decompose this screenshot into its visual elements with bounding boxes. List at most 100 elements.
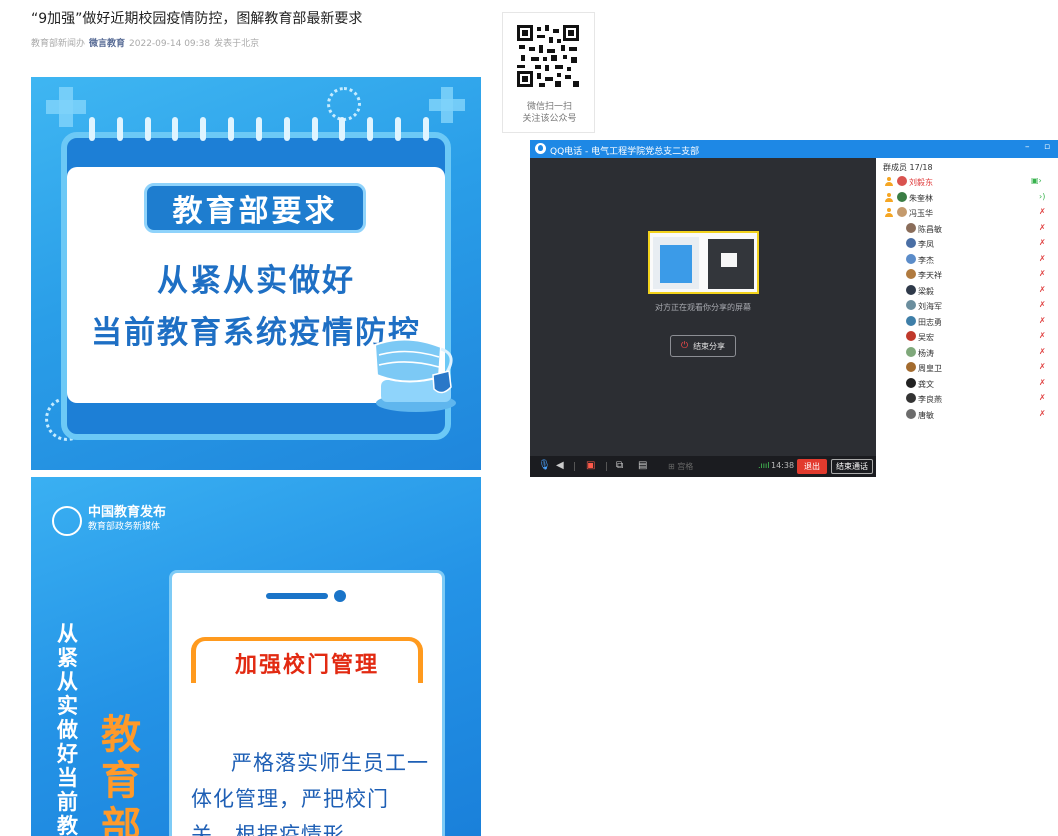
end-share-label: 结束分享: [693, 341, 726, 351]
exit-button[interactable]: 退出: [797, 459, 827, 474]
camera-off-icon[interactable]: ▣: [586, 460, 595, 472]
presentation-icon[interactable]: ▤: [638, 460, 647, 472]
poster-badge: 教育部要求: [144, 183, 366, 233]
member-avatar: [906, 315, 916, 326]
member-avatar: [906, 362, 916, 372]
qq-titlebar: QQ电话 - 电气工程学院党总支二支部 – ▫: [530, 140, 1058, 158]
member-avatar: [906, 408, 916, 419]
member-name: 唐敏: [918, 410, 934, 420]
restore-button[interactable]: ▫: [1044, 142, 1050, 152]
member-name: 田志勇: [918, 317, 942, 327]
member-avatar: [906, 346, 916, 357]
poster-org-subtitle: 教育部政务新媒体: [88, 522, 161, 532]
mic-muted-icon: ✗: [1039, 346, 1046, 356]
screen-share-icon[interactable]: ⧉: [616, 460, 623, 472]
qr-code-icon: [517, 25, 579, 87]
members-list: 刘毅东 ▣› 朱奎林 ›) 冯玉华 ✗ 陈昌敏 ✗ 李凤 ✗ 李杰 ✗ 李天祥 ✗ 梁毅 ✗ 刘海军 ✗ 田志勇 ✗ 吴…: [876, 174, 1058, 422]
poster-big-text: 教育部: [101, 712, 141, 836]
member-name: 刘海军: [918, 302, 942, 311]
mic-muted-icon: ✗: [1039, 315, 1046, 325]
member-name: 李杰: [918, 255, 934, 265]
member-name: 龚文: [918, 379, 934, 389]
grid-view-button[interactable]: ⊞ 宫格: [668, 461, 693, 472]
screen-share-stage: 对方正在观看你分享的屏幕 ⏻ 结束分享: [530, 158, 876, 456]
member-avatar: [906, 222, 916, 233]
qr-follow-box: 微信扫一扫 关注该公众号: [502, 12, 595, 133]
member-row[interactable]: 李凤 ✗: [876, 236, 1058, 252]
member-row[interactable]: 冯玉华 ✗: [876, 205, 1058, 221]
qq-window-title: QQ电话 - 电气工程学院党总支二支部: [550, 147, 700, 157]
member-row[interactable]: 梁毅 ✗: [876, 283, 1058, 299]
shared-screen-preview[interactable]: [648, 231, 759, 294]
poster-image-2: 中国教育发布 教育部政务新媒体 从紧从实做好当前教 教育部 加强校门管理 严格落…: [31, 477, 481, 836]
section-body-text: 严格落实师生员工一体化管理，严把校门关，根据疫情形: [191, 751, 429, 836]
mic-muted-icon: ✗: [1039, 284, 1046, 294]
call-duration: 14:38: [771, 461, 795, 470]
member-avatar: [897, 191, 907, 202]
qr-caption-follow: 关注该公众号: [522, 114, 577, 124]
host-icon: [885, 208, 893, 217]
speaker-icon[interactable]: ◀: [556, 460, 564, 472]
member-row[interactable]: 田志勇 ✗: [876, 314, 1058, 330]
member-row[interactable]: 龚文 ✗: [876, 376, 1058, 392]
member-name: 刘毅东: [909, 178, 933, 187]
account-link[interactable]: 微言教育: [89, 39, 125, 49]
mic-muted-icon: ✗: [1039, 238, 1046, 247]
end-share-button[interactable]: ⏻ 结束分享: [670, 335, 736, 357]
poster-image-1: 教育部要求 从紧从实做好 当前教育系统疫情防控: [31, 77, 481, 470]
power-icon: ⏻: [680, 341, 689, 351]
minimize-button[interactable]: –: [1025, 142, 1030, 152]
phone-speaker-icon: [266, 590, 352, 602]
member-name: 冯玉华: [909, 209, 933, 218]
section-title: 加强校门管理: [234, 652, 379, 678]
member-name: 吴宏: [918, 333, 934, 342]
poster-headline-1: 从紧从实做好: [157, 263, 355, 299]
section-body: 严格落实师生员工一体化管理，严把校门关，根据疫情形: [191, 745, 429, 836]
mic-muted-icon: ✗: [1039, 408, 1046, 418]
member-row[interactable]: 唐敏 ✗: [876, 407, 1058, 423]
qq-call-window: QQ电话 - 电气工程学院党总支二支部 – ▫ 对方正在观看你分享的屏幕 ⏻ 结…: [530, 140, 1058, 477]
member-avatar: [906, 269, 916, 279]
face-mask-icon: [373, 338, 456, 412]
member-row[interactable]: 李天祥 ✗: [876, 267, 1058, 283]
member-name: 周皇卫: [918, 364, 942, 373]
member-row[interactable]: 杨涛 ✗: [876, 345, 1058, 361]
member-avatar: [897, 176, 907, 186]
end-call-button[interactable]: 结束通话: [831, 459, 873, 474]
mic-muted-icon: ✗: [1039, 331, 1046, 340]
member-name: 李天祥: [918, 271, 942, 280]
host-icon: [885, 177, 893, 186]
member-name: 李凤: [918, 240, 934, 249]
member-row[interactable]: 刘毅东 ▣›: [876, 174, 1058, 190]
ministry-logo-icon: [52, 506, 82, 536]
mic-muted-icon: ✗: [1039, 253, 1046, 263]
article-title: “9加强”做好近期校园疫情防控，图解教育部最新要求: [31, 11, 363, 27]
calendar-rings: [89, 117, 429, 147]
member-row[interactable]: 朱奎林 ›): [876, 190, 1058, 206]
article-location: 发表于北京: [214, 39, 260, 49]
members-panel: 群成员 17/18 刘毅东 ▣› 朱奎林 ›) 冯玉华 ✗ 陈昌敏 ✗ 李凤 ✗ 李杰 ✗ 李天祥 ✗ 梁毅…: [876, 158, 1058, 477]
call-toolbar: 🎙 ◀ ▣ ⧉ ▤ ⊞ 宫格 .ıııl 14:38 退出 结束通话: [530, 456, 876, 477]
member-avatar: [906, 238, 916, 248]
member-row[interactable]: 刘海军 ✗: [876, 298, 1058, 314]
sharing-speaking-icon: ▣›: [1031, 176, 1042, 185]
mic-muted-icon: ✗: [1039, 207, 1046, 216]
member-row[interactable]: 李杰 ✗: [876, 252, 1058, 268]
signal-strength-icon: .ıııl: [758, 461, 770, 470]
mic-muted-icon: ✗: [1039, 222, 1046, 232]
sharing-notice: 对方正在观看你分享的屏幕: [655, 303, 751, 312]
mic-muted-icon: ✗: [1039, 300, 1046, 309]
member-name: 陈昌敏: [918, 224, 942, 234]
member-row[interactable]: 李良燕 ✗: [876, 391, 1058, 407]
member-name: 朱奎林: [909, 193, 933, 203]
speaking-icon: ›): [1039, 191, 1046, 201]
poster-org-name: 中国教育发布: [88, 505, 167, 520]
poster-vertical-text: 从紧从实做好当前教: [57, 622, 78, 836]
article-meta: 教育部新闻办 微言教育 2022-09-14 09:38 发表于北京: [31, 36, 259, 49]
member-avatar: [906, 300, 916, 310]
member-row[interactable]: 陈昌敏 ✗: [876, 221, 1058, 237]
members-header: 群成员 17/18: [883, 163, 933, 172]
member-row[interactable]: 吴宏 ✗: [876, 329, 1058, 345]
microphone-icon[interactable]: 🎙: [538, 460, 551, 472]
member-row[interactable]: 周皇卫 ✗: [876, 360, 1058, 376]
